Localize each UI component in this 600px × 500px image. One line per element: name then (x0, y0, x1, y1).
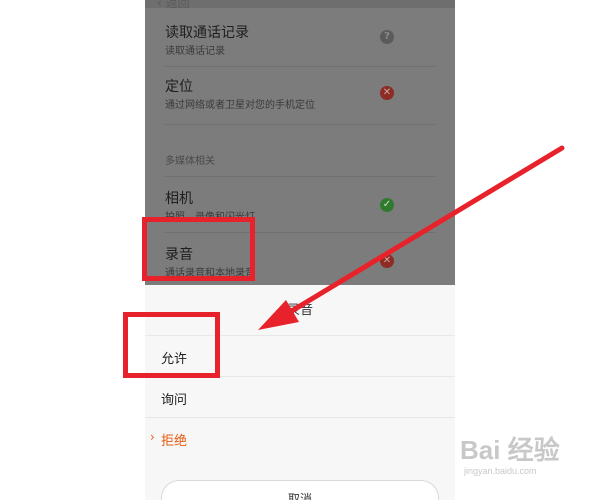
watermark-url: jingyan.baidu.com (464, 466, 537, 476)
arrow-shaft (287, 145, 565, 315)
watermark-logo: Bai 经验 (460, 435, 560, 465)
arrow-head (258, 300, 299, 330)
annotation-arrow (258, 145, 565, 330)
watermark: Bai 经验 jingyan.baidu.com (430, 430, 590, 490)
